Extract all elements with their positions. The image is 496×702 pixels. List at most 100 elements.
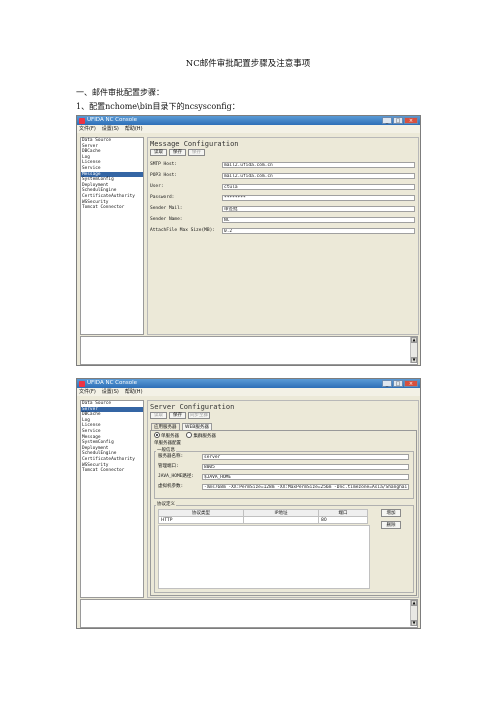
- app-icon: [79, 117, 85, 124]
- panel-title: Server Configuration: [150, 403, 235, 411]
- scroll-up-icon[interactable]: ▲: [411, 600, 417, 606]
- field-label: POP3 Host:: [150, 173, 178, 178]
- java-home-field[interactable]: $JAVA_HOME: [202, 474, 409, 480]
- menubar: 文件(F) 设置(S) 帮助(H): [77, 125, 420, 133]
- save-button[interactable]: 保存: [169, 412, 186, 419]
- menu-help[interactable]: 帮助(H): [125, 125, 143, 133]
- server-name-field[interactable]: server: [202, 454, 409, 460]
- config-panel: Server Configuration 读取 保存 同步至群 应用服务器 WE…: [147, 400, 419, 598]
- save-button[interactable]: 保存: [169, 149, 186, 156]
- radio-row: 单服务器 集群服务器: [154, 432, 216, 440]
- radio-cluster[interactable]: 集群服务器: [186, 432, 216, 439]
- radio-cluster-label: 集群服务器: [193, 433, 216, 439]
- password-field[interactable]: ********: [222, 195, 415, 201]
- tab-app-server[interactable]: 应用服务器: [151, 423, 180, 430]
- radio-on-icon: [154, 432, 160, 438]
- nav-item[interactable]: CertificateAuthority: [81, 457, 143, 463]
- menu-file[interactable]: 文件(F): [79, 125, 96, 133]
- window-title: UFIDA NC Console: [87, 380, 137, 386]
- menu-help[interactable]: 帮助(H): [125, 388, 143, 396]
- protocol-group-label: 协议定义: [156, 501, 176, 507]
- field-label: AttachFile Max Size(MB):: [150, 228, 216, 233]
- field-row: AttachFile Max Size(MB): 0.2: [148, 228, 418, 236]
- close-button[interactable]: ×: [404, 380, 418, 387]
- add-protocol-button[interactable]: 增加: [381, 509, 401, 517]
- admin-port-field[interactable]: 8005: [202, 464, 409, 470]
- scroll-down-icon[interactable]: ▼: [411, 357, 417, 363]
- maximize-button[interactable]: □: [393, 380, 403, 387]
- table-cell: 80: [318, 516, 368, 524]
- scroll-up-icon[interactable]: ▲: [411, 337, 417, 343]
- protocol-table: 协议类型 IP地址 端口 HTTP 80: [158, 509, 368, 524]
- window-titlebar: UFIDA NC Console _ □ ×: [77, 116, 420, 125]
- section-heading: 一、邮件审批配置步骤：: [76, 88, 164, 97]
- panel-title: Message Configuration: [150, 140, 239, 148]
- field-row: User: ctula: [148, 184, 418, 192]
- delete-protocol-button[interactable]: 删除: [381, 521, 401, 529]
- radio-single[interactable]: 单服务器: [154, 432, 179, 439]
- table-cell: HTTP: [158, 516, 244, 524]
- step-one-text: 1、配置nchome\bin目录下的ncsysconfig：: [76, 102, 240, 111]
- log-area[interactable]: [80, 336, 418, 365]
- column-header: 端口: [318, 509, 368, 517]
- screenshot-server-config: UFIDA NC Console _ □ × 文件(F) 设置(S) 帮助(H)…: [76, 378, 421, 629]
- read-button[interactable]: 读取: [150, 412, 167, 419]
- save-disabled-button[interactable]: 保存: [188, 149, 205, 156]
- field-row: 管理端口: 8005: [148, 464, 418, 472]
- protocol-table-body: [158, 525, 370, 589]
- field-label: 服务器名称:: [158, 454, 184, 459]
- smtp-host-field[interactable]: mail2.ufida.com.cn: [222, 162, 415, 168]
- field-row: JAVA_HOME路径: $JAVA_HOME: [148, 474, 418, 482]
- field-row: Sender Mail: 审签批: [148, 206, 418, 214]
- menu-settings[interactable]: 设置(S): [102, 388, 119, 396]
- field-label: 虚拟机参数:: [158, 484, 184, 489]
- screenshot-message-config: UFIDA NC Console _ □ × 文件(F) 设置(S) 帮助(H)…: [76, 115, 421, 366]
- table-cell: [243, 516, 319, 524]
- log-area[interactable]: [80, 599, 418, 628]
- sender-name-field[interactable]: NC: [222, 217, 415, 223]
- sync-cluster-button[interactable]: 同步至群: [188, 412, 210, 419]
- nav-list: Data Source Server DBCache Log License S…: [80, 137, 144, 335]
- menubar: 文件(F) 设置(S) 帮助(H): [77, 388, 420, 396]
- field-label: 管理端口:: [158, 464, 179, 469]
- log-scrollbar[interactable]: ▲ ▼: [410, 337, 417, 363]
- document-title: NC邮件审批配置步骤及注意事项: [185, 59, 311, 69]
- config-panel: Message Configuration 读取 保存 保存 SMTP Host…: [147, 137, 419, 335]
- general-info-label: 一般信息: [156, 447, 176, 453]
- pop3-host-field[interactable]: mail2.ufida.com.cn: [222, 173, 415, 179]
- attach-size-field[interactable]: 0.2: [222, 228, 415, 234]
- jvm-params-field[interactable]: -Xms768m -XX:PermSize=128m -XX:MaxPermSi…: [202, 484, 409, 490]
- field-row: SMTP Host: mail2.ufida.com.cn: [148, 162, 418, 170]
- nav-item[interactable]: Tomcat Connector: [81, 205, 143, 211]
- user-field[interactable]: ctula: [222, 184, 415, 190]
- minimize-button[interactable]: _: [382, 117, 392, 124]
- scroll-down-icon[interactable]: ▼: [411, 620, 417, 626]
- close-button[interactable]: ×: [404, 117, 418, 124]
- column-header: IP地址: [243, 509, 319, 517]
- field-row: 服务器名称: server: [148, 454, 418, 462]
- window-titlebar: UFIDA NC Console _ □ ×: [77, 379, 420, 388]
- field-label: JAVA_HOME路径:: [158, 474, 195, 479]
- sender-mail-field[interactable]: 审签批: [222, 206, 415, 212]
- table-row[interactable]: HTTP 80: [158, 516, 368, 524]
- minimize-button[interactable]: _: [382, 380, 392, 387]
- field-row: Password: ********: [148, 195, 418, 203]
- window-title: UFIDA NC Console: [87, 117, 137, 123]
- column-header: 协议类型: [158, 509, 244, 517]
- radio-off-icon: [186, 432, 193, 438]
- field-row: POP3 Host: mail2.ufida.com.cn: [148, 173, 418, 181]
- nav-item[interactable]: Tomcat Connector: [81, 468, 143, 474]
- read-button[interactable]: 读取: [150, 149, 167, 156]
- field-label: Sender Mail:: [150, 206, 183, 211]
- maximize-button[interactable]: □: [393, 117, 403, 124]
- field-label: User:: [150, 184, 164, 189]
- menu-settings[interactable]: 设置(S): [102, 125, 119, 133]
- log-scrollbar[interactable]: ▲ ▼: [410, 600, 417, 626]
- field-row: Sender Name: NC: [148, 217, 418, 225]
- field-label: Password:: [150, 195, 175, 200]
- nav-item[interactable]: CertificateAuthority: [81, 194, 143, 200]
- nav-list: Data Source Server DBCache Log License S…: [80, 400, 144, 598]
- tab-web-server[interactable]: WEB服务器: [182, 423, 212, 430]
- app-icon: [79, 380, 85, 387]
- menu-file[interactable]: 文件(F): [79, 388, 96, 396]
